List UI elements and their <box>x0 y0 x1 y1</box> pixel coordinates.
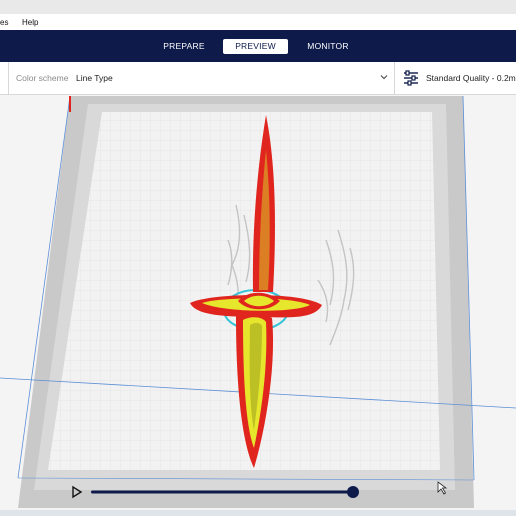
menu-item-help[interactable]: Help <box>22 18 38 27</box>
preview-viewport[interactable] <box>0 95 516 510</box>
window-title-bar <box>0 0 516 14</box>
menu-item-preferences[interactable]: es <box>0 18 8 27</box>
play-icon[interactable] <box>72 485 83 499</box>
color-scheme-label: Color scheme <box>16 73 69 83</box>
chevron-down-icon <box>380 75 388 80</box>
print-settings-summary[interactable]: Standard Quality - 0.2mm <box>426 73 516 83</box>
menu-bar: es Help <box>0 14 516 30</box>
preview-toolbar: Color scheme Line Type Standard Quality … <box>0 62 516 95</box>
layer-slider-fill <box>91 490 353 494</box>
color-scheme-dropdown[interactable]: Color scheme Line Type <box>8 62 395 94</box>
tab-prepare[interactable]: PREPARE <box>158 39 210 54</box>
color-scheme-value: Line Type <box>76 73 113 83</box>
tab-monitor[interactable]: MONITOR <box>300 39 356 54</box>
print-settings-icon[interactable] <box>403 70 419 86</box>
tab-preview[interactable]: PREVIEW <box>223 39 288 54</box>
os-taskbar <box>0 510 516 516</box>
layer-slider-handle[interactable] <box>347 486 359 498</box>
layer-playback-bar <box>72 485 359 499</box>
stage-bar: PREPARE PREVIEW MONITOR <box>0 30 516 62</box>
